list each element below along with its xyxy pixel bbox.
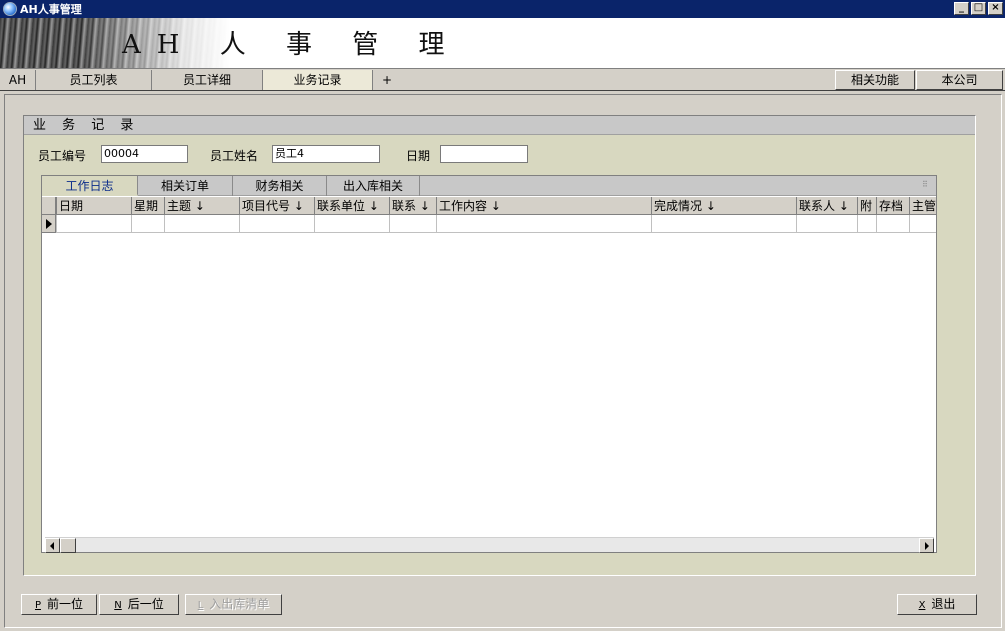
col-project-code[interactable]: 项目代号 ↓ bbox=[239, 197, 314, 214]
cell-work-content[interactable] bbox=[436, 215, 651, 232]
col-archive[interactable]: 存档 bbox=[876, 197, 909, 214]
prev-label: 前一位 bbox=[47, 597, 84, 611]
globe-icon bbox=[3, 2, 17, 16]
cell-attachment[interactable] bbox=[857, 215, 876, 232]
emp-name-label: 员工姓名 bbox=[210, 149, 259, 163]
main-tab-strip: AH 员工列表 员工详细 业务记录 + 相关功能 本公司 bbox=[0, 68, 1005, 91]
cell-contact-unit[interactable] bbox=[314, 215, 389, 232]
cell-date[interactable] bbox=[56, 215, 131, 232]
col-weekday[interactable]: 星期 bbox=[131, 197, 164, 214]
cell-archive[interactable] bbox=[876, 215, 909, 232]
col-supervisor[interactable]: 主管 bbox=[909, 197, 936, 214]
horizontal-scrollbar[interactable] bbox=[45, 537, 934, 553]
date-input[interactable] bbox=[440, 145, 528, 163]
window-title: AH人事管理 bbox=[20, 3, 82, 16]
emp-name-input[interactable]: 员工4 bbox=[272, 145, 380, 163]
emp-no-label: 员工编号 bbox=[38, 149, 87, 163]
next-button[interactable]: N 后一位 bbox=[99, 594, 179, 615]
cell-contact[interactable] bbox=[389, 215, 436, 232]
tab-employee-list[interactable]: 员工列表 bbox=[36, 70, 152, 90]
col-work-content[interactable]: 工作内容 ↓ bbox=[436, 197, 651, 214]
close-button[interactable]: × bbox=[988, 2, 1003, 15]
records-grid-container: 工作日志 相关订单 财务相关 出入库相关 ⠿ 日期 星期 主题 ↓ 项目代号 ↓… bbox=[41, 175, 937, 553]
grid-header-row: 日期 星期 主题 ↓ 项目代号 ↓ 联系单位 ↓ 联系 ↓ 工作内容 ↓ 完成情… bbox=[42, 197, 936, 215]
inout-list-button[interactable]: L 入出库清单 bbox=[185, 594, 282, 615]
sub-tab-strip: 工作日志 相关订单 财务相关 出入库相关 ⠿ bbox=[42, 176, 936, 196]
cell-supervisor[interactable] bbox=[909, 215, 936, 232]
related-functions-button[interactable]: 相关功能 bbox=[835, 70, 915, 90]
col-contact-unit[interactable]: 联系单位 ↓ bbox=[314, 197, 389, 214]
prev-button[interactable]: P 前一位 bbox=[21, 594, 97, 615]
tab-finance[interactable]: 财务相关 bbox=[233, 176, 327, 196]
cell-completion[interactable] bbox=[651, 215, 796, 232]
col-attachment[interactable]: 附 bbox=[857, 197, 876, 214]
prev-hotkey: P bbox=[34, 600, 41, 611]
exit-hotkey: X bbox=[918, 600, 926, 611]
cell-subject[interactable] bbox=[164, 215, 239, 232]
tab-ah[interactable]: AH bbox=[0, 70, 36, 90]
scroll-left-icon[interactable] bbox=[45, 538, 60, 553]
col-contact[interactable]: 联系 ↓ bbox=[389, 197, 436, 214]
col-date[interactable]: 日期 bbox=[56, 197, 131, 214]
app-banner: AH 人 事 管 理 bbox=[0, 18, 1005, 68]
tab-employee-detail[interactable]: 员工详细 bbox=[152, 70, 263, 90]
tab-business-records[interactable]: 业务记录 bbox=[263, 70, 373, 90]
cell-weekday[interactable] bbox=[131, 215, 164, 232]
add-tab-button[interactable]: + bbox=[376, 70, 398, 90]
current-row-arrow-icon bbox=[42, 215, 56, 233]
list-label: 入出库清单 bbox=[209, 597, 270, 611]
col-completion[interactable]: 完成情况 ↓ bbox=[651, 197, 796, 214]
date-label: 日期 bbox=[406, 149, 431, 163]
panel-title: 业 务 记 录 bbox=[24, 116, 975, 135]
scroll-right-icon[interactable] bbox=[919, 538, 934, 553]
table-row[interactable] bbox=[42, 215, 936, 233]
tab-grip-icon[interactable]: ⠿ bbox=[922, 181, 928, 189]
tab-related-orders[interactable]: 相关订单 bbox=[138, 176, 233, 196]
our-company-button[interactable]: 本公司 bbox=[916, 70, 1003, 90]
col-subject[interactable]: 主题 ↓ bbox=[164, 197, 239, 214]
next-label: 后一位 bbox=[127, 597, 164, 611]
col-contact-person[interactable]: 联系人 ↓ bbox=[796, 197, 857, 214]
scroll-thumb[interactable] bbox=[60, 538, 76, 553]
tab-inventory[interactable]: 出入库相关 bbox=[327, 176, 420, 196]
row-selector-header bbox=[42, 197, 56, 214]
list-hotkey: L bbox=[197, 600, 204, 611]
next-hotkey: N bbox=[114, 600, 122, 611]
exit-label: 退出 bbox=[931, 597, 956, 611]
banner-title: AH 人 事 管 理 bbox=[122, 30, 461, 60]
maximize-button[interactable]: □ bbox=[971, 2, 986, 15]
minimize-button[interactable]: _ bbox=[954, 2, 969, 15]
exit-button[interactable]: X 退出 bbox=[897, 594, 977, 615]
emp-no-input[interactable]: 00004 bbox=[101, 145, 188, 163]
cell-project-code[interactable] bbox=[239, 215, 314, 232]
title-bar: AH人事管理 _ □ × bbox=[0, 0, 1005, 18]
cell-contact-person[interactable] bbox=[796, 215, 857, 232]
window-controls: _ □ × bbox=[954, 2, 1003, 15]
tab-work-log[interactable]: 工作日志 bbox=[42, 176, 138, 196]
